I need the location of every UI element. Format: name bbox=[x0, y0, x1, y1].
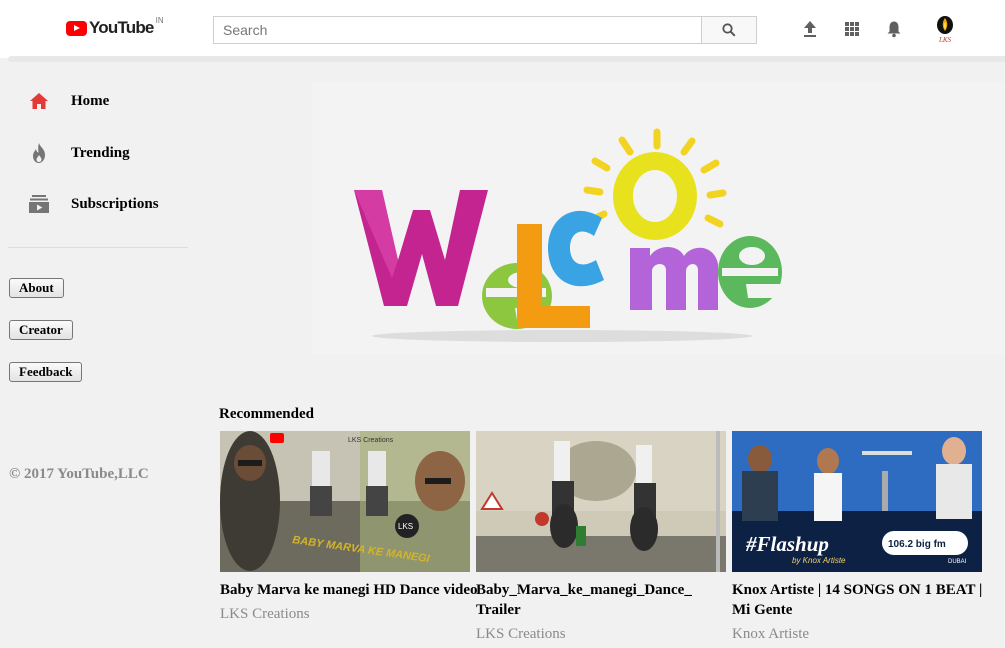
radio-badge-sub: DUBAI bbox=[948, 559, 967, 565]
radio-badge: 106.2 big fm bbox=[888, 539, 946, 550]
about-button[interactable]: About bbox=[9, 278, 64, 298]
youtube-logo[interactable]: YouTube IN bbox=[66, 16, 164, 38]
top-header: YouTube IN LKS bbox=[0, 0, 1005, 58]
video-channel[interactable]: Knox Artiste bbox=[732, 626, 984, 643]
creator-button[interactable]: Creator bbox=[9, 320, 73, 340]
header-divider bbox=[8, 56, 1005, 62]
bell-icon[interactable] bbox=[883, 18, 905, 40]
sidebar-divider bbox=[8, 247, 188, 248]
search-input[interactable] bbox=[214, 17, 701, 43]
search-box bbox=[213, 16, 702, 44]
video-channel[interactable]: LKS Creations bbox=[220, 606, 472, 623]
video-title[interactable]: Baby Marva ke manegi HD Dance video bbox=[220, 580, 478, 600]
sidebar-item-label: Subscriptions bbox=[71, 195, 159, 212]
sidebar-item-subscriptions[interactable]: Subscriptions bbox=[28, 192, 159, 216]
youtube-play-icon bbox=[66, 20, 87, 36]
upload-icon[interactable] bbox=[799, 18, 821, 40]
video-thumbnail[interactable] bbox=[476, 431, 726, 572]
video-card[interactable]: Baby_Marva_ke_manegi_Dance_ Trailer LKS … bbox=[476, 431, 728, 643]
video-title[interactable]: Knox Artiste | 14 SONGS ON 1 BEAT | Mi G… bbox=[732, 580, 990, 620]
flame-icon bbox=[28, 142, 50, 164]
feedback-button[interactable]: Feedback bbox=[9, 362, 83, 382]
avatar-text: LKS bbox=[938, 36, 952, 44]
home-icon bbox=[28, 90, 50, 112]
video-card[interactable]: #Flashup by Knox Artiste 106.2 big fm DU… bbox=[732, 431, 984, 643]
svg-text:LKS Creations: LKS Creations bbox=[348, 437, 394, 444]
sidebar-item-home[interactable]: Home bbox=[28, 89, 109, 113]
sidebar-item-trending[interactable]: Trending bbox=[28, 141, 130, 165]
recommended-heading: Recommended bbox=[219, 406, 314, 422]
video-title[interactable]: Baby_Marva_ke_manegi_Dance_ Trailer bbox=[476, 580, 734, 620]
region-code: IN bbox=[155, 16, 164, 25]
video-thumbnail[interactable]: LKS Creations LKS BABY MARVA KE MANEGI bbox=[220, 431, 470, 572]
video-card[interactable]: LKS Creations LKS BABY MARVA KE MANEGI B… bbox=[220, 431, 477, 623]
video-thumbnail[interactable]: #Flashup by Knox Artiste 106.2 big fm DU… bbox=[732, 431, 982, 572]
thumbnail-caption: #Flashup bbox=[745, 532, 829, 556]
avatar[interactable]: LKS bbox=[931, 14, 959, 44]
svg-text:LKS: LKS bbox=[398, 522, 413, 531]
logo-text: YouTube bbox=[89, 18, 154, 37]
apps-grid-icon[interactable] bbox=[841, 18, 863, 40]
subscriptions-icon bbox=[28, 193, 50, 215]
sidebar-item-label: Trending bbox=[71, 144, 130, 161]
copyright-text: © 2017 YouTube,LLC bbox=[9, 466, 149, 482]
sidebar-item-label: Home bbox=[71, 92, 110, 109]
search-icon bbox=[722, 23, 736, 37]
welcome-banner bbox=[312, 88, 784, 348]
thumbnail-subcaption: by Knox Artiste bbox=[792, 556, 846, 565]
video-channel[interactable]: LKS Creations bbox=[476, 626, 728, 643]
search-button[interactable] bbox=[701, 16, 757, 44]
